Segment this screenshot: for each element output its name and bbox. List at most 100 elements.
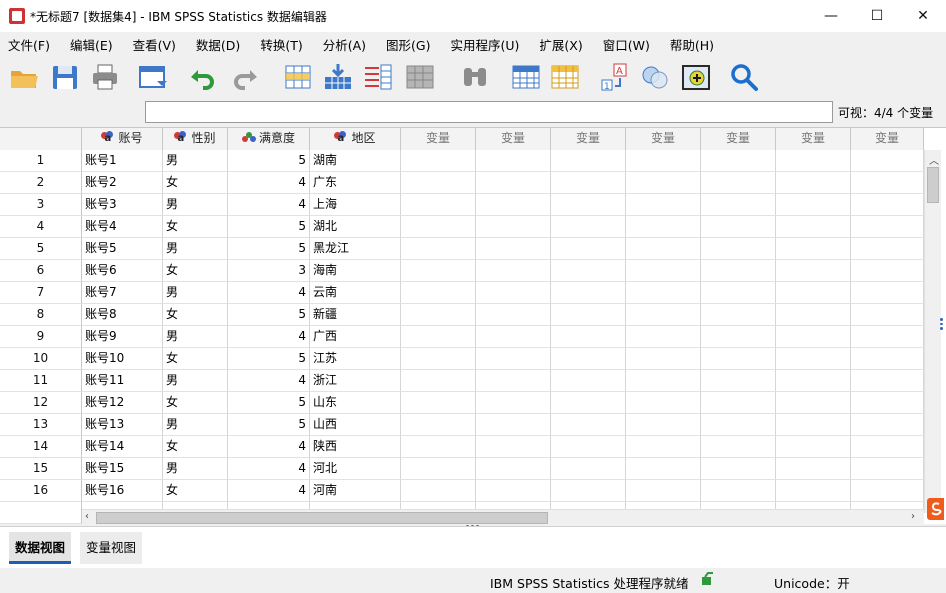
cell-satisfaction[interactable]: 5 — [228, 414, 310, 436]
cell-empty[interactable] — [401, 436, 476, 458]
column-header-empty[interactable]: 变量 — [851, 128, 924, 150]
cell-empty[interactable] — [476, 150, 551, 172]
column-header-empty[interactable]: 变量 — [551, 128, 626, 150]
menu-edit[interactable]: 编辑(E) — [70, 35, 113, 54]
cell-empty[interactable] — [776, 370, 851, 392]
cell-empty[interactable] — [551, 458, 626, 480]
row-number[interactable]: 4 — [0, 216, 82, 238]
cell-sex[interactable]: 女 — [163, 392, 228, 414]
cell-empty[interactable] — [776, 348, 851, 370]
vertical-scrollbar[interactable]: ︿ — [924, 150, 941, 513]
cell-empty[interactable] — [626, 216, 701, 238]
cell-sex[interactable]: 女 — [163, 436, 228, 458]
menu-transform[interactable]: 转换(T) — [260, 35, 302, 54]
horizontal-scrollbar[interactable]: ‹ › — [82, 509, 924, 524]
cell-empty[interactable] — [476, 480, 551, 502]
cell-empty[interactable] — [701, 172, 776, 194]
cell-empty[interactable] — [401, 304, 476, 326]
cell-empty[interactable] — [551, 436, 626, 458]
cell-empty[interactable] — [476, 392, 551, 414]
cell-account[interactable]: 账号7 — [82, 282, 163, 304]
cell-empty[interactable] — [701, 370, 776, 392]
cell-empty[interactable] — [701, 414, 776, 436]
scroll-left-arrow-icon[interactable]: ‹ — [85, 511, 89, 522]
goto-variable-icon[interactable] — [323, 62, 353, 92]
cell-empty[interactable] — [626, 436, 701, 458]
cell-sex[interactable]: 男 — [163, 370, 228, 392]
cell-empty[interactable] — [401, 414, 476, 436]
menu-view[interactable]: 查看(V) — [133, 35, 176, 54]
cell-account[interactable]: 账号5 — [82, 238, 163, 260]
cell-empty[interactable] — [851, 194, 924, 216]
cell-empty[interactable] — [551, 304, 626, 326]
cell-empty[interactable] — [851, 282, 924, 304]
cell-region[interactable]: 浙江 — [310, 370, 401, 392]
cell-empty[interactable] — [701, 216, 776, 238]
row-number[interactable]: 8 — [0, 304, 82, 326]
cell-empty[interactable] — [776, 458, 851, 480]
cell-region[interactable]: 江苏 — [310, 348, 401, 370]
cell-empty[interactable] — [401, 238, 476, 260]
search-icon[interactable] — [729, 62, 759, 92]
cell-empty[interactable] — [476, 194, 551, 216]
cell-empty[interactable] — [551, 326, 626, 348]
side-splitter-handle[interactable] — [940, 318, 944, 331]
cell-empty[interactable] — [551, 414, 626, 436]
cell-sex[interactable]: 女 — [163, 216, 228, 238]
cell-empty[interactable] — [851, 326, 924, 348]
cell-empty[interactable] — [476, 436, 551, 458]
cell-empty[interactable] — [851, 150, 924, 172]
cell-empty[interactable] — [476, 282, 551, 304]
cell-empty[interactable] — [776, 150, 851, 172]
cell-empty[interactable] — [551, 480, 626, 502]
select-cases-icon[interactable] — [681, 62, 711, 92]
cell-region[interactable]: 山东 — [310, 392, 401, 414]
cell-empty[interactable] — [776, 194, 851, 216]
undo-icon[interactable] — [187, 62, 217, 92]
cell-empty[interactable] — [776, 260, 851, 282]
run-descriptives-icon[interactable] — [405, 62, 435, 92]
cell-sex[interactable]: 男 — [163, 194, 228, 216]
cell-empty[interactable] — [776, 414, 851, 436]
menu-help[interactable]: 帮助(H) — [670, 35, 714, 54]
menu-analyze[interactable]: 分析(A) — [323, 35, 366, 54]
cell-empty[interactable] — [476, 414, 551, 436]
column-header-empty[interactable]: 变量 — [401, 128, 476, 150]
cell-empty[interactable] — [851, 304, 924, 326]
cell-empty[interactable] — [626, 348, 701, 370]
column-header-empty[interactable]: 变量 — [476, 128, 551, 150]
cell-empty[interactable] — [626, 260, 701, 282]
cell-empty[interactable] — [551, 216, 626, 238]
column-header-empty[interactable]: 变量 — [776, 128, 851, 150]
minimize-button[interactable]: — — [808, 0, 854, 32]
cell-empty[interactable] — [701, 194, 776, 216]
cell-satisfaction[interactable]: 5 — [228, 348, 310, 370]
cell-account[interactable]: 账号16 — [82, 480, 163, 502]
cell-satisfaction[interactable]: 4 — [228, 370, 310, 392]
cell-empty[interactable] — [776, 480, 851, 502]
cell-empty[interactable] — [626, 194, 701, 216]
cell-satisfaction[interactable]: 4 — [228, 326, 310, 348]
row-number[interactable]: 13 — [0, 414, 82, 436]
cell-empty[interactable] — [401, 458, 476, 480]
cell-empty[interactable] — [626, 480, 701, 502]
row-number[interactable]: 3 — [0, 194, 82, 216]
cell-satisfaction[interactable]: 5 — [228, 238, 310, 260]
column-header-empty[interactable]: 变量 — [626, 128, 701, 150]
redo-icon[interactable] — [231, 62, 261, 92]
cell-empty[interactable] — [851, 348, 924, 370]
cell-empty[interactable] — [551, 282, 626, 304]
cell-empty[interactable] — [401, 172, 476, 194]
cell-empty[interactable] — [776, 326, 851, 348]
cell-empty[interactable] — [401, 282, 476, 304]
cell-empty[interactable] — [551, 150, 626, 172]
cell-empty[interactable] — [401, 392, 476, 414]
cell-region[interactable]: 河南 — [310, 480, 401, 502]
cell-empty[interactable] — [551, 260, 626, 282]
cell-account[interactable]: 账号11 — [82, 370, 163, 392]
cell-empty[interactable] — [851, 238, 924, 260]
split-file-icon[interactable]: A1 — [600, 62, 630, 92]
column-header-region[interactable]: a 地区 — [310, 128, 401, 150]
row-number[interactable]: 11 — [0, 370, 82, 392]
cell-empty[interactable] — [551, 194, 626, 216]
